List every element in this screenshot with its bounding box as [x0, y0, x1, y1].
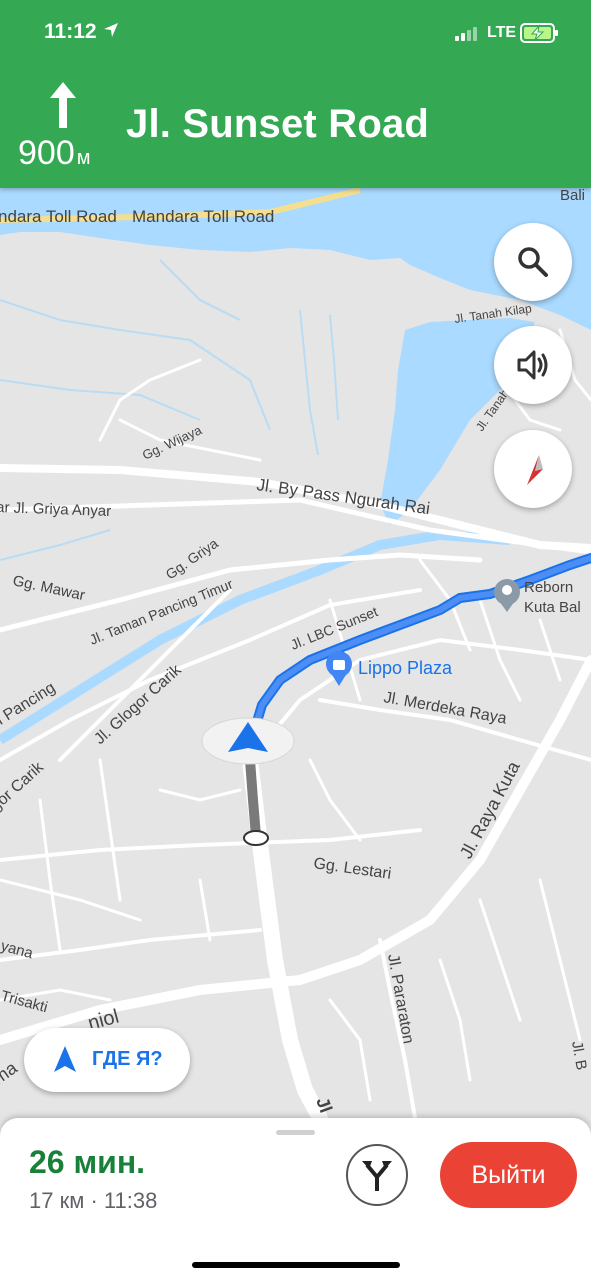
eta-duration: 26 мин.: [29, 1144, 146, 1180]
sound-button[interactable]: [494, 326, 572, 404]
exit-navigation-button[interactable]: Выйти: [440, 1142, 577, 1208]
maneuver-distance: 900 м: [18, 134, 90, 173]
search-button[interactable]: [494, 223, 572, 301]
straight-arrow-icon: [50, 82, 76, 128]
drag-handle[interactable]: [276, 1130, 315, 1135]
status-time: 11:12: [44, 20, 97, 43]
trip-start-marker: [243, 830, 269, 846]
compass-icon: [527, 455, 543, 485]
network-type: LTE: [487, 24, 517, 41]
map-label-kuta-bali: Kuta Bal: [524, 599, 581, 616]
distance-unit: м: [76, 147, 91, 169]
alternate-routes-button[interactable]: [346, 1144, 408, 1206]
volume-icon: [517, 350, 548, 380]
route-fork-icon: [362, 1161, 392, 1191]
compass-button[interactable]: [494, 430, 572, 508]
map-label-reborn: Reborn: [524, 579, 573, 596]
home-indicator[interactable]: [192, 1262, 400, 1268]
status-bar: 11:12 LTE: [0, 0, 591, 62]
location-arrow-icon: [54, 1046, 76, 1072]
distance-value: 900: [18, 134, 75, 172]
battery-charging-icon: [520, 23, 558, 43]
where-am-i-label: ГДЕ Я?: [92, 1048, 163, 1070]
next-street-name: Jl. Sunset Road: [126, 102, 430, 146]
location-services-icon: [104, 23, 118, 37]
trip-summary-panel[interactable]: 26 мин. 17 км · 11:38 Выйти: [0, 1118, 591, 1280]
trip-distance-arrival: 17 км · 11:38: [29, 1188, 158, 1213]
map-label-bali: Bali: [560, 187, 585, 204]
navigation-banner[interactable]: 11:12 LTE 900 м Jl. Sunset Road: [0, 0, 591, 188]
map-label-toll-road-2: Mandara Toll Road: [132, 207, 274, 226]
map-label-toll-road: ndara Toll Road: [0, 207, 117, 226]
traveled-route: [245, 755, 261, 841]
where-am-i-button[interactable]: ГДЕ Я?: [24, 1028, 190, 1092]
search-icon: [518, 247, 548, 277]
map-label-lippo-plaza: Lippo Plaza: [358, 658, 453, 678]
cellular-signal-icon: [455, 27, 477, 41]
